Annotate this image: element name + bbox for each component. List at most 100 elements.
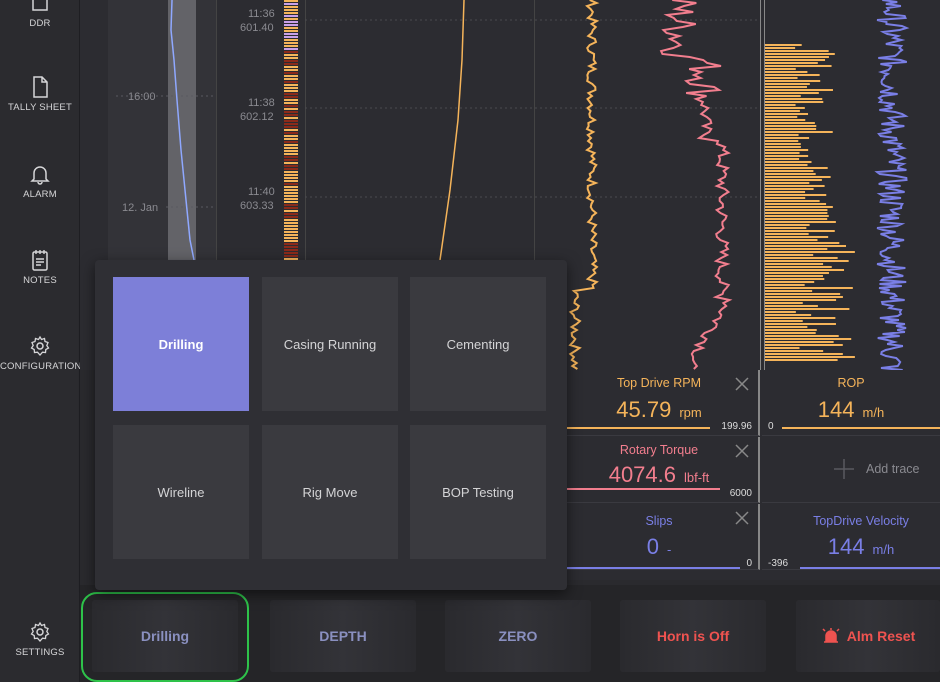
readout-rop[interactable]: ROP 144 m/h 0	[762, 370, 940, 436]
rop-bar	[765, 233, 809, 235]
mode-tile-casing-running[interactable]: Casing Running	[262, 277, 398, 411]
sidebar-item-notes[interactable]: NOTES	[0, 249, 80, 286]
rop-bar	[765, 119, 806, 121]
rop-bar	[765, 137, 810, 139]
readout-value: 144	[817, 397, 855, 422]
rop-bar	[765, 161, 812, 163]
add-trace-label: Add trace	[866, 462, 920, 476]
activity-segment	[284, 138, 298, 140]
rop-bar	[765, 359, 838, 361]
readout-unit: rpm	[679, 405, 702, 420]
document-icon	[33, 76, 48, 98]
activity-segment	[284, 198, 298, 200]
rop-bar	[765, 230, 835, 232]
zero-button[interactable]: ZERO	[445, 600, 591, 672]
activity-segment	[284, 39, 298, 41]
rop-bar	[765, 257, 838, 259]
activity-segment	[284, 252, 298, 254]
rop-bar	[765, 320, 803, 322]
mode-tile-wireline[interactable]: Wireline	[113, 425, 249, 559]
readout-value: 144	[827, 534, 865, 559]
rop-bar	[765, 71, 808, 73]
activity-segment	[284, 21, 298, 23]
mode-button[interactable]: Drilling	[92, 600, 238, 672]
activity-segment	[284, 171, 298, 173]
bell-icon	[30, 166, 50, 185]
time-label: 11:40	[248, 186, 275, 198]
activity-segment	[284, 177, 298, 179]
activity-segment	[284, 234, 298, 236]
overview-label-date: 12. Jan	[122, 202, 158, 214]
rop-bar	[765, 176, 831, 178]
rop-bar	[765, 314, 812, 316]
activity-segment	[284, 57, 298, 59]
activity-segment	[284, 102, 298, 104]
depth-button[interactable]: DEPTH	[270, 600, 416, 672]
sidebar-item-alarm[interactable]: ALARM	[0, 163, 80, 200]
rop-bar	[765, 44, 802, 46]
rop-bar	[765, 251, 855, 253]
rop-bar	[765, 167, 828, 169]
rop-bar	[765, 227, 807, 229]
mode-tile-rig-move[interactable]: Rig Move	[262, 425, 398, 559]
activity-segment	[284, 147, 298, 149]
readout-title: TopDrive Velocity	[813, 514, 909, 528]
activity-segment	[284, 153, 298, 155]
activity-segment	[284, 114, 298, 116]
sidebar-item-settings[interactable]: SETTINGS	[0, 621, 80, 658]
rop-bar	[765, 341, 834, 343]
mode-tile-drilling[interactable]: Drilling	[113, 277, 249, 411]
sidebar-item-ddr[interactable]: DDR	[0, 0, 80, 29]
readout-topdrive-velocity[interactable]: TopDrive Velocity 144 m/h -396	[762, 504, 940, 570]
rop-bar	[765, 266, 832, 268]
rop-bar	[765, 155, 809, 157]
activity-segment	[284, 6, 298, 8]
rop-bar	[765, 218, 828, 220]
activity-segment	[284, 48, 298, 50]
activity-segment	[284, 3, 298, 5]
rop-bar	[765, 50, 829, 52]
rop-bar	[765, 128, 817, 130]
readout-slips[interactable]: Slips 0- 0	[560, 504, 760, 570]
mode-tile-cementing[interactable]: Cementing	[410, 277, 546, 411]
depth-trace	[439, 0, 465, 261]
activity-segment	[284, 33, 298, 35]
activity-segment	[284, 213, 298, 215]
rop-bar	[765, 260, 849, 262]
sidebar-item-tally-sheet[interactable]: TALLY SHEET	[0, 76, 80, 113]
readout-min: -396	[768, 558, 789, 569]
rop-bar	[765, 269, 845, 271]
horn-button[interactable]: Horn is Off	[620, 600, 766, 672]
mode-selector-popup: Drilling Casing Running Cementing Wireli…	[95, 260, 567, 590]
sidebar-item-configuration[interactable]: CONFIGURATION	[0, 335, 81, 372]
activity-segment	[284, 27, 298, 29]
velocity-trace	[874, 0, 910, 370]
activity-segment	[284, 132, 298, 134]
activity-segment	[284, 159, 298, 161]
activity-segment	[284, 165, 298, 167]
close-icon[interactable]	[734, 376, 750, 392]
depth-label: 601.40	[240, 22, 274, 34]
add-trace-button[interactable]: Add trace	[762, 437, 940, 503]
close-icon[interactable]	[734, 510, 750, 526]
readout-rotary-torque[interactable]: Rotary Torque 4074.6 lbf-ft 6000	[560, 437, 760, 503]
rop-bar	[765, 59, 826, 61]
alarm-reset-button[interactable]: Alm Reset	[796, 600, 940, 672]
activity-segment	[284, 189, 298, 191]
sidebar-item-label: NOTES	[23, 275, 57, 286]
rop-bar	[765, 149, 809, 151]
rop-bar	[765, 173, 816, 175]
activity-segment	[284, 24, 298, 26]
activity-segment	[284, 0, 298, 2]
close-icon[interactable]	[734, 443, 750, 459]
readout-unit: m/h	[872, 542, 895, 557]
activity-segment	[284, 180, 298, 182]
sidebar-item-label: TALLY SHEET	[8, 102, 72, 113]
readout-top-drive-rpm[interactable]: Top Drive RPM 45.79 rpm 199.96	[560, 370, 760, 436]
activity-segment	[284, 249, 298, 251]
torque-trace	[659, 0, 733, 370]
mode-tile-bop-testing[interactable]: BOP Testing	[410, 425, 546, 559]
activity-segment	[284, 111, 298, 113]
rop-bar	[765, 98, 823, 100]
rop-bar	[765, 191, 806, 193]
